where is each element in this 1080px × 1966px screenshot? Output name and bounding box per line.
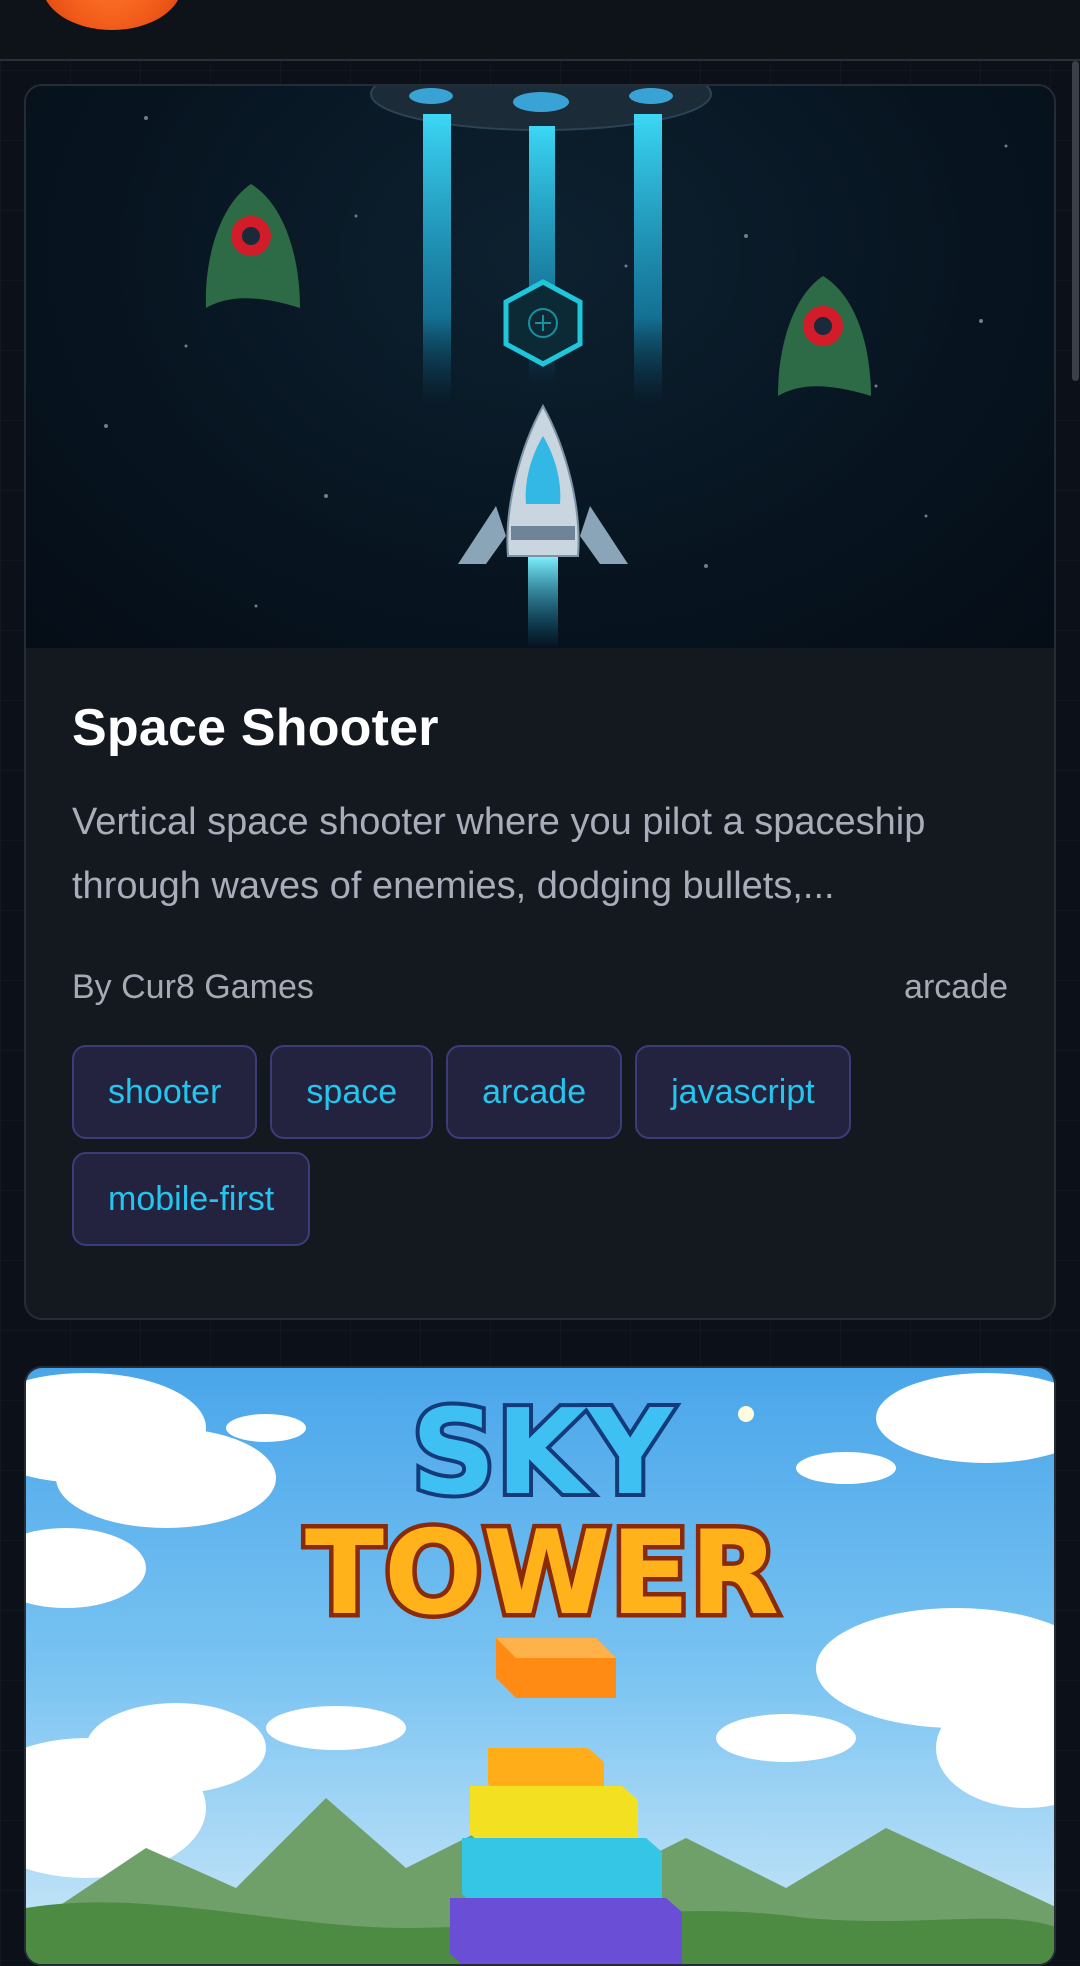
block-tower-icon: SKY TOWER <box>26 1373 1054 1964</box>
tag-chip[interactable]: arcade <box>446 1045 623 1139</box>
game-card-sky-tower[interactable]: SKY TOWER <box>24 1366 1056 1966</box>
tag-chip[interactable]: javascript <box>635 1045 851 1139</box>
game-thumbnail[interactable] <box>26 86 1054 648</box>
thumbnail-title-tower: TOWER <box>305 1506 779 1641</box>
app-logo[interactable] <box>42 0 182 30</box>
game-category: arcade <box>904 968 1008 1006</box>
game-description: Vertical space shooter where you pilot a… <box>72 801 926 907</box>
tag-chip[interactable]: space <box>270 1045 434 1139</box>
top-bar <box>0 0 1080 61</box>
tag-chip[interactable]: shooter <box>72 1045 258 1139</box>
game-thumbnail[interactable]: SKY TOWER <box>26 1368 1054 1964</box>
game-card-space-shooter[interactable]: Space Shooter Vertical space shooter whe… <box>24 84 1056 1320</box>
thumbnail-title-sky: SKY <box>411 1383 674 1521</box>
scrollbar-thumb[interactable] <box>1072 61 1079 381</box>
game-title[interactable]: Space Shooter <box>72 648 1008 758</box>
scrollbar[interactable] <box>1071 61 1080 1922</box>
game-meta: By Cur8 Games arcade <box>72 968 1008 1007</box>
spaceship-icon <box>104 86 1008 648</box>
tag-list: shooter space arcade javascript mobile-f… <box>72 1045 1008 1246</box>
game-author: By Cur8 Games <box>72 968 314 1006</box>
tag-chip[interactable]: mobile-first <box>72 1152 311 1246</box>
